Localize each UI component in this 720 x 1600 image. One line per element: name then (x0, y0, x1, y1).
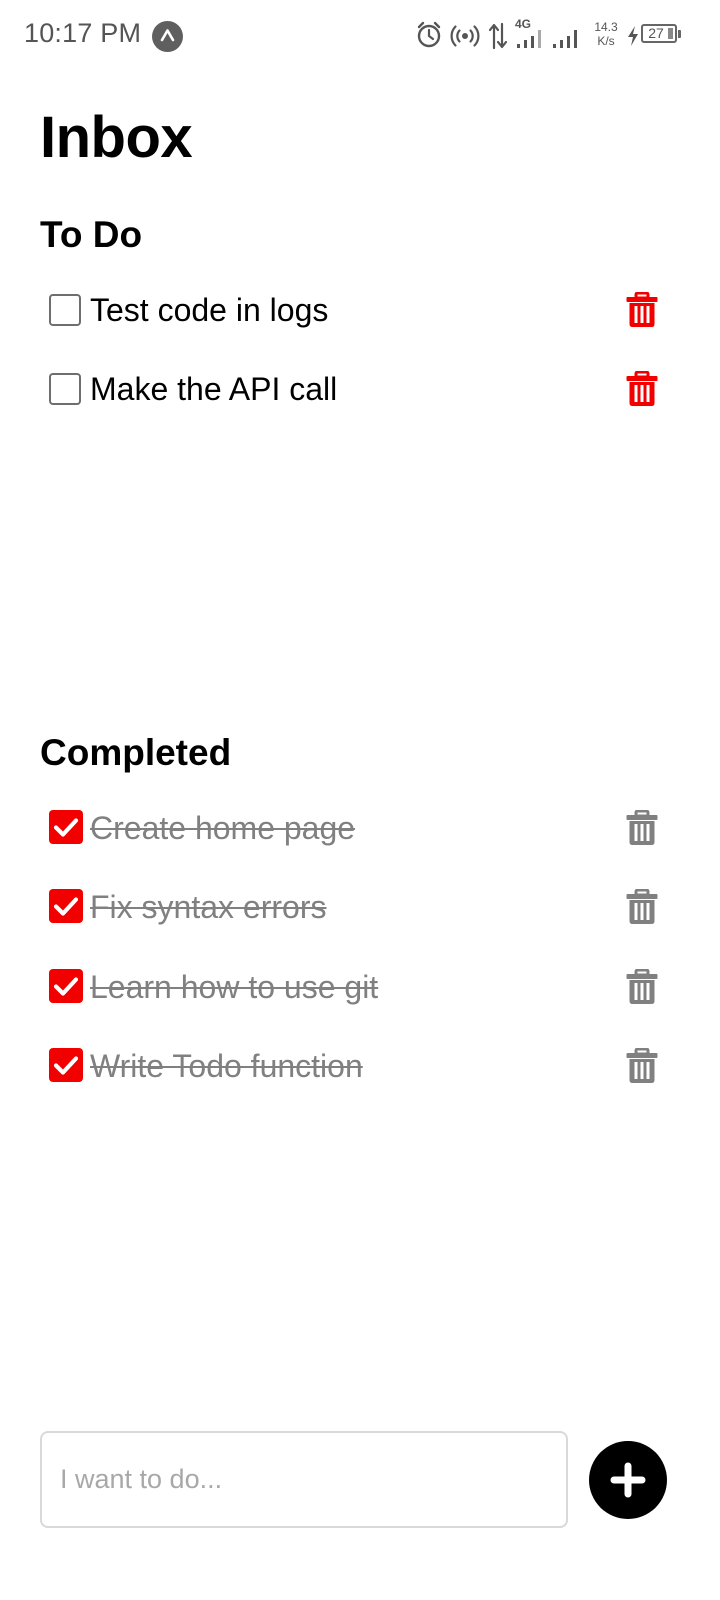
completed-item: Write Todo function (40, 1036, 680, 1096)
todo-item: Test code in logs (40, 280, 680, 340)
network-speed-unit: K/s (597, 34, 615, 48)
delete-button[interactable] (624, 292, 660, 328)
delete-button[interactable] (624, 889, 660, 925)
alarm-icon (417, 21, 441, 48)
completed-section-title: Completed (40, 732, 232, 773)
trash-icon (626, 371, 658, 406)
checkmark-icon (53, 1056, 79, 1075)
delete-button[interactable] (624, 969, 660, 1005)
signal-icon (517, 30, 541, 48)
trash-icon (626, 1048, 658, 1083)
task-label: Write Todo function (90, 1048, 363, 1084)
task-checkbox-checked[interactable] (49, 889, 83, 923)
network-speed-value: 14.3 (594, 20, 618, 34)
trash-icon (626, 969, 658, 1004)
status-time: 10:17 PM (24, 18, 142, 48)
trash-icon (626, 889, 658, 924)
task-checkbox-checked[interactable] (49, 1048, 83, 1082)
task-label: Learn how to use git (90, 969, 379, 1005)
new-todo-input[interactable] (40, 1431, 568, 1528)
checkmark-icon (53, 818, 79, 837)
charging-icon (628, 26, 638, 46)
delete-button[interactable] (624, 1048, 660, 1084)
add-todo-button[interactable] (589, 1441, 667, 1519)
trash-icon (626, 810, 658, 845)
battery-nub (678, 30, 681, 38)
app-notification-icon (152, 21, 183, 52)
battery-percent: 27 (648, 25, 664, 41)
page-title: Inbox (40, 105, 193, 170)
delete-button[interactable] (624, 371, 660, 407)
todo-item: Make the API call (40, 359, 680, 419)
trash-icon (626, 292, 658, 327)
task-label: Fix syntax errors (90, 889, 327, 925)
delete-button[interactable] (624, 810, 660, 846)
task-label: Test code in logs (90, 292, 329, 328)
battery-icon: 27 (641, 24, 677, 43)
task-checkbox-checked[interactable] (49, 969, 83, 1003)
completed-item: Learn how to use git (40, 957, 680, 1017)
todo-section-title: To Do (40, 214, 143, 255)
network-speed: 14.3 K/s (591, 20, 621, 48)
checkmark-icon (53, 977, 79, 996)
signal-icon (553, 30, 577, 48)
task-checkbox[interactable] (49, 373, 81, 405)
checkmark-icon (53, 897, 79, 916)
task-checkbox[interactable] (49, 294, 81, 326)
hotspot-icon (450, 25, 480, 47)
completed-item: Create home page (40, 798, 680, 858)
network-type-label: 4G (515, 17, 532, 31)
plus-icon (610, 1462, 646, 1498)
status-bar: 10:17 PM 4G 14.3 K/s 27 (0, 0, 720, 72)
task-label: Create home page (90, 810, 356, 846)
task-label: Make the API call (90, 371, 338, 407)
task-checkbox-checked[interactable] (49, 810, 83, 844)
battery-level (668, 28, 673, 39)
data-transfer-icon (488, 22, 508, 50)
completed-item: Fix syntax errors (40, 877, 680, 937)
